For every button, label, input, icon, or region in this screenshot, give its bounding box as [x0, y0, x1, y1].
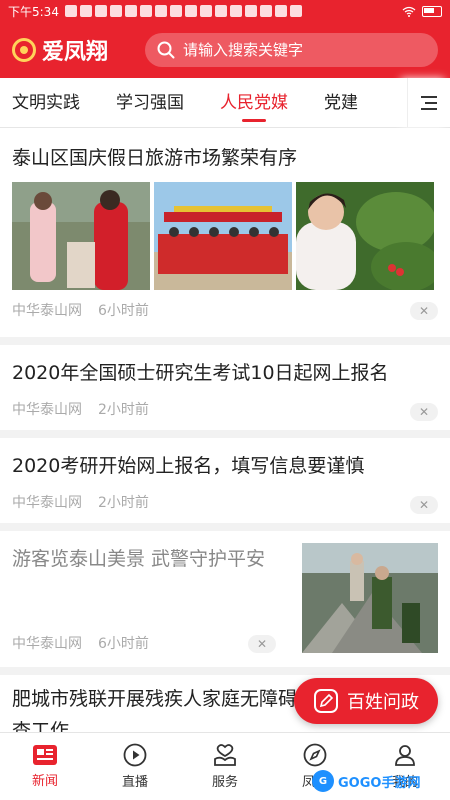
news-card[interactable]: 游客览泰山美景 武警守护平安 中华泰山网 6小时前 ✕ — [0, 531, 450, 667]
news-image — [154, 182, 292, 290]
news-image — [296, 182, 434, 290]
news-source: 中华泰山网 — [12, 495, 82, 511]
news-source: 中华泰山网 — [12, 636, 82, 652]
tab-dangjian[interactable]: 党建 — [306, 78, 376, 128]
service-icon — [214, 744, 236, 766]
news-time: 6小时前 — [98, 636, 149, 652]
dismiss-button[interactable]: ✕ — [248, 635, 276, 653]
dismiss-button[interactable]: ✕ — [410, 403, 438, 421]
status-bar: 下午5:34 — [0, 0, 450, 22]
user-icon — [395, 745, 415, 766]
news-source: 中华泰山网 — [12, 303, 82, 319]
nav-label: 服务 — [211, 775, 238, 790]
site-watermark: G GOGO手游网 — [312, 768, 432, 794]
news-card[interactable]: 2020年全国硕士研究生考试10日起网上报名 中华泰山网 2小时前 ✕ — [0, 345, 450, 430]
news-meta: 中华泰山网 6小时前 ✕ — [12, 290, 438, 330]
nav-service[interactable]: 服务 — [180, 733, 270, 800]
system-icons — [402, 5, 442, 17]
ask-government-button[interactable]: 百姓问政 — [294, 678, 438, 724]
status-time: 下午5:34 — [8, 4, 59, 19]
ask-button-label: 百姓问政 — [347, 692, 419, 713]
news-source: 中华泰山网 — [12, 402, 82, 418]
nav-live[interactable]: 直播 — [90, 733, 180, 800]
app-header: 爱凤翔 — [0, 22, 450, 78]
search-icon — [157, 41, 175, 59]
news-card[interactable]: 泰山区国庆假日旅游市场繁荣有序 中华泰山网 6小时前 ✕ — [0, 128, 450, 337]
news-meta: 中华泰山网 2小时前 ✕ — [12, 482, 438, 522]
news-time: 2小时前 — [98, 495, 149, 511]
news-title: 泰山区国庆假日旅游市场繁荣有序 — [12, 147, 298, 169]
nav-label: 新闻 — [31, 774, 58, 789]
notification-icons — [64, 5, 402, 17]
channel-menu-button[interactable] — [407, 78, 450, 127]
compass-icon — [303, 743, 327, 767]
watermark-text: GOGO手游网 — [338, 775, 421, 791]
dismiss-button[interactable]: ✕ — [410, 302, 438, 320]
news-time: 6小时前 — [98, 303, 149, 319]
search-box[interactable] — [145, 33, 438, 67]
app-logo: 爱凤翔 — [12, 34, 137, 66]
news-card[interactable]: 2020考研开始网上报名，填写信息要谨慎 中华泰山网 2小时前 ✕ — [0, 438, 450, 523]
news-icon — [33, 745, 57, 765]
play-icon — [123, 743, 147, 767]
news-images — [12, 182, 438, 290]
news-meta: 中华泰山网 2小时前 ✕ — [12, 389, 438, 429]
edit-icon — [314, 689, 338, 713]
news-title: 2020考研开始网上报名，填写信息要谨慎 — [12, 455, 365, 477]
tab-xuexi-qiangguo[interactable]: 学习强国 — [98, 78, 202, 128]
tab-wenming-shijian[interactable]: 文明实践 — [0, 78, 98, 128]
menu-icon — [421, 95, 437, 110]
nav-news[interactable]: 新闻 — [0, 733, 90, 800]
nav-label: 直播 — [121, 775, 148, 790]
news-image — [302, 543, 438, 653]
logo-mark-icon — [12, 38, 36, 62]
channel-tabs: 文明实践 学习强国 人民党媒 党建 — [0, 78, 450, 128]
watermark-logo-icon: G — [312, 770, 334, 792]
app-name: 爱凤翔 — [42, 40, 109, 65]
news-feed: 泰山区国庆假日旅游市场繁荣有序 中华泰山网 6小时前 ✕ 2020年全国硕士研究… — [0, 128, 450, 732]
search-input[interactable] — [181, 40, 426, 60]
wifi-icon — [402, 6, 416, 17]
tab-renmin-dangmei[interactable]: 人民党媒 — [202, 78, 306, 128]
news-time: 2小时前 — [98, 402, 149, 418]
news-title: 游客览泰山美景 武警守护平安 — [12, 548, 266, 570]
news-title: 2020年全国硕士研究生考试10日起网上报名 — [12, 362, 389, 384]
battery-icon — [422, 5, 442, 17]
dismiss-button[interactable]: ✕ — [410, 496, 438, 514]
news-meta: 中华泰山网 6小时前 — [12, 623, 149, 663]
news-image — [12, 182, 150, 290]
